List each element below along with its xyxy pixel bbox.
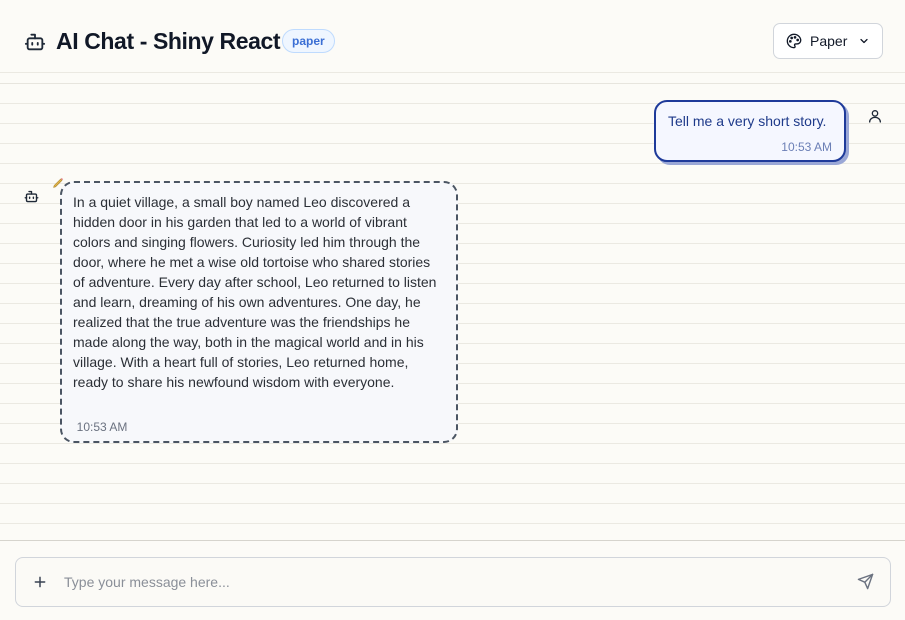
robot-icon (24, 33, 46, 51)
user-message-bubble: Tell me a very short story. 10:53 AM (654, 100, 846, 162)
header: AI Chat - Shiny React paper Paper (0, 0, 905, 84)
send-icon[interactable] (857, 573, 874, 590)
assistant-message-time: 10:53 AM (76, 420, 128, 434)
palette-icon (786, 33, 802, 49)
assistant-message-bubble: In a quiet village, a small boy named Le… (60, 181, 458, 443)
chevron-down-icon (860, 38, 868, 44)
user-message-text: Tell me a very short story. (668, 113, 827, 129)
theme-select[interactable]: Paper (773, 23, 883, 59)
chat-app: AI Chat - Shiny React paper Paper Tell m… (0, 0, 905, 620)
composer-area (0, 540, 905, 620)
theme-select-value: Paper (810, 33, 848, 49)
user-message-time: 10:53 AM (781, 140, 832, 154)
message-input[interactable] (64, 558, 824, 606)
robot-icon (24, 190, 39, 203)
composer (15, 557, 891, 607)
plus-icon[interactable] (33, 575, 47, 589)
theme-badge: paper (282, 29, 335, 53)
assistant-message-text: In a quiet village, a small boy named Le… (73, 194, 437, 390)
user-icon (869, 110, 881, 123)
page-title: AI Chat - Shiny React (56, 28, 281, 54)
